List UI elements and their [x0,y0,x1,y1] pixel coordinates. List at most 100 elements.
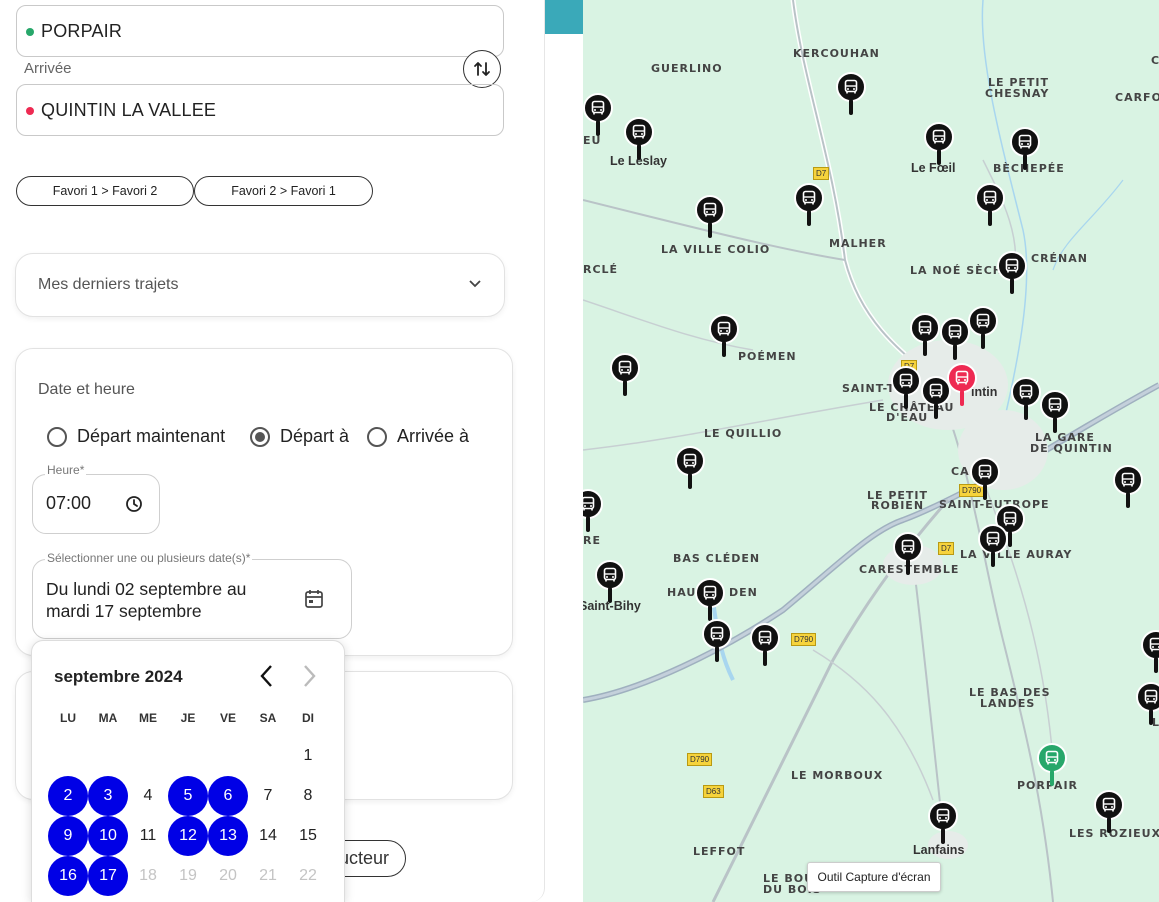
calendar-day[interactable]: 11 [128,816,168,856]
bus-icon [695,578,725,608]
dates-field[interactable]: Du lundi 02 septembre au mardi 17 septem… [32,559,352,639]
calendar-day[interactable]: 1 [288,736,328,776]
map-place-label: LANDES [980,697,1036,710]
departure-value: PORPAIR [41,20,123,41]
bus-stop-pin[interactable] [675,446,705,490]
bus-stop-pin[interactable] [978,524,1008,568]
calendar-day[interactable]: 7 [248,776,288,816]
bus-stop-pin[interactable] [695,578,725,622]
bus-stop-pin[interactable] [610,353,640,397]
map-place-label: KERCOUHAN [793,47,880,60]
pin-stem [941,828,945,844]
calendar-day: 22 [299,867,317,884]
swap-button[interactable] [463,50,501,88]
calendar-day[interactable]: 17 [88,856,128,896]
bus-stop-pin[interactable] [583,93,613,137]
bus-stop-pin[interactable] [893,532,923,576]
chevron-left-icon[interactable] [256,663,278,689]
calendar-day[interactable]: 15 [288,816,328,856]
favorite-1-button[interactable]: Favori 1 > Favori 2 [16,176,194,206]
recent-trips-accordion[interactable]: Mes derniers trajets [15,253,505,317]
calendar-day[interactable]: 4 [128,776,168,816]
bus-icon [928,801,958,831]
calendar-day[interactable]: 3 [88,776,128,816]
bus-stop-pin[interactable] [1113,465,1143,509]
calendar-day[interactable]: 2 [48,776,88,816]
favorite-2-button[interactable]: Favori 2 > Favori 1 [194,176,373,206]
bus-stop-pin[interactable] [924,122,954,166]
bus-stop-pin[interactable] [970,457,1000,501]
bus-stop-pin[interactable] [968,306,998,350]
bus-stop-pin[interactable] [891,366,921,410]
clock-icon[interactable] [125,495,143,513]
pin-stem [937,149,941,165]
bus-stop-pin[interactable] [624,117,654,161]
weekday-header: JE [180,711,196,725]
bus-icon [975,183,1005,213]
pin-stem [988,210,992,226]
bus-stop-pin[interactable] [928,801,958,845]
calendar-day[interactable]: 13 [208,816,248,856]
calendar-day[interactable]: 10 [88,816,128,856]
bus-stop-pin[interactable] [1136,682,1159,726]
bus-stop-pin[interactable] [702,619,732,663]
bus-stop-pin[interactable] [997,251,1027,295]
bus-stop-pin[interactable] [1094,790,1124,834]
calendar-day[interactable]: 5 [168,776,208,816]
pin-stem [953,344,957,360]
pin-stem [586,516,590,532]
calendar-day[interactable]: 12 [168,816,208,856]
road-sign: D63 [703,785,724,798]
radio-depart-at[interactable]: Départ à [250,426,349,447]
bus-stop-pin[interactable] [1010,127,1040,171]
bus-stop-pin[interactable] [940,317,970,361]
bus-stop-pin[interactable] [709,314,739,358]
bus-stop-pin[interactable] [910,313,940,357]
calendar-day[interactable]: 6 [208,776,248,816]
recent-trips-label: Mes derniers trajets [38,276,179,293]
arrival-label: Arrivée [24,60,72,77]
panel-gap [545,0,583,902]
pin-stem [960,390,964,406]
bus-stop-pin[interactable] [1141,630,1159,674]
bus-stop-pin[interactable] [794,183,824,227]
map-place-label: LEFFOT [693,845,746,858]
calendar-day[interactable]: 9 [48,816,88,856]
radio-depart-at-label: Départ à [280,426,350,446]
calendar-icon[interactable] [303,588,325,610]
arrival-field[interactable]: QUINTIN LA VALLEE [16,84,504,136]
calendar-day[interactable]: 8 [288,776,328,816]
map-view[interactable]: KERCOUHANGUERLINOLE PETITCHESNAYCARFOTCA… [583,0,1159,902]
bus-stop-pin[interactable] [836,72,866,116]
pin-stem [1023,154,1027,170]
radio-arrive-at[interactable]: Arrivée à [367,426,469,447]
calendar-day: 18 [139,867,157,884]
arrival-stop-pin[interactable] [947,363,977,407]
bus-stop-pin[interactable] [1011,377,1041,421]
bus-stop-pin[interactable] [975,183,1005,227]
weekday-header: ME [139,711,157,725]
departure-stop-pin[interactable] [1037,743,1067,787]
radio-depart-now[interactable]: Départ maintenant [47,426,225,447]
calendar-day[interactable]: 16 [48,856,88,896]
bus-stop-pin[interactable] [695,195,725,239]
bus-icon [1037,743,1067,773]
chevron-right-icon[interactable] [298,663,320,689]
weekday-header: DI [302,711,314,725]
radio-circle [47,426,67,447]
departure-field[interactable]: PORPAIR [16,5,504,57]
pin-stem [688,473,692,489]
calendar-day[interactable]: 14 [248,816,288,856]
bus-stop-pin[interactable] [1040,390,1070,434]
bus-stop-pin[interactable] [583,489,603,533]
map-place-label: RCLÉ [583,263,619,276]
chevron-down-icon [469,280,481,288]
bus-icon [910,313,940,343]
calendar-month-title: septembre 2024 [54,667,183,686]
bus-icon [893,532,923,562]
bus-stop-pin[interactable] [595,560,625,604]
hour-field[interactable]: 07:00 [32,474,160,534]
road-sign: D790 [791,633,817,646]
bus-stop-pin[interactable] [750,623,780,667]
pin-stem [1008,531,1012,547]
